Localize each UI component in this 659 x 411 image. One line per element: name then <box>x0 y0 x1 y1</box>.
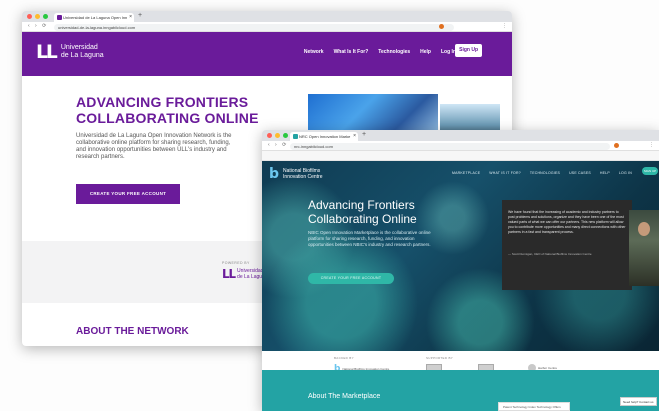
hero-title-line-2: Collaborating Online <box>308 212 417 226</box>
nav-buttons-icon[interactable]: ‹ › ⟳ <box>28 23 48 29</box>
url-text: nrc-inngabilcloud.com <box>294 143 333 149</box>
testimonial-quote: We have found that the increasing of aca… <box>508 210 626 234</box>
ull-logo-mark-icon: ᒪᒪ <box>36 41 58 63</box>
nav-item-what-is-it-for[interactable]: WHAT IS IT FOR? <box>489 171 521 175</box>
notification-toast[interactable]: Patent Technology Index Technology Offer… <box>498 402 570 411</box>
hero-title-line-2: COLLABORATING ONLINE <box>76 110 259 126</box>
bookmarks-bar <box>262 151 659 161</box>
backed-by-label: BACKED BY <box>334 356 354 360</box>
logo-line-1: Universidad <box>60 44 98 51</box>
create-account-button[interactable]: CREATE YOUR FREE ACCOUNT <box>308 273 394 284</box>
tab-title: NRC Open Innovation Marke <box>299 134 351 139</box>
close-window-icon[interactable] <box>27 14 32 19</box>
nav-item-log-in[interactable]: LOG IN <box>619 171 632 175</box>
new-tab-icon[interactable]: + <box>362 131 366 138</box>
testimonial-video-panel[interactable]: We have found that the increasing of aca… <box>502 200 632 290</box>
about-marketplace-band <box>262 370 659 411</box>
nrc-logo-b-icon: b <box>269 166 280 182</box>
nav-buttons-icon[interactable]: ‹ › ⟳ <box>268 142 288 148</box>
ull-hero-title: ADVANCING FRONTIERS COLLABORATING ONLINE <box>76 94 259 126</box>
close-tab-icon[interactable]: × <box>129 13 132 22</box>
nrc-hero-description: NBIC Open Innovation Marketplace is the … <box>308 230 431 247</box>
window-controls <box>27 14 48 19</box>
extension-icon[interactable] <box>439 24 444 29</box>
nav-item-what-is-it-for[interactable]: What Is It For? <box>334 49 369 55</box>
browser-tab-nrc[interactable]: NRC Open Innovation Marke × <box>290 132 358 141</box>
nrc-logo[interactable]: b National Biofilms Innovation Centre <box>269 166 323 182</box>
about-marketplace-heading: About The Marketplace <box>308 393 381 400</box>
maximize-window-icon[interactable] <box>283 133 288 138</box>
ull-small-logo-mark-icon: ᒪᒪ <box>222 267 236 281</box>
ull-hero-description: Universidad de La Laguna Open Innovation… <box>76 133 232 160</box>
screenshot-stage: Universidad de La Laguna Open Inn × + ‹ … <box>0 0 659 411</box>
tab-bar: Universidad de La Laguna Open Inn × + <box>22 11 512 22</box>
menu-kebab-icon[interactable]: ⋮ <box>502 23 507 29</box>
minimize-window-icon[interactable] <box>275 133 280 138</box>
ull-logo[interactable]: ᒪᒪ Universidad de La Laguna <box>36 41 104 63</box>
nav-item-technologies[interactable]: Technologies <box>378 49 410 55</box>
tab-bar: NRC Open Innovation Marke × + <box>262 130 659 141</box>
window-controls <box>267 133 288 138</box>
address-bar: ‹ › ⟳ universidad-de-la-laguna.inngabilc… <box>22 22 512 32</box>
about-network-heading: ABOUT THE NETWORK <box>76 326 189 337</box>
nrc-favicon-icon <box>293 134 298 139</box>
nav-item-help[interactable]: HELP <box>600 171 610 175</box>
hero-title-line-1: ADVANCING FRONTIERS <box>76 94 249 110</box>
hero-title-line-1: Advancing Frontiers <box>308 198 415 212</box>
nav-item-network[interactable]: Network <box>304 49 324 55</box>
extension-icon[interactable] <box>614 143 619 148</box>
logo-line-2: Innovation Centre <box>283 174 323 180</box>
browser-window-nrc: NRC Open Innovation Marke × + ‹ › ⟳ nrc-… <box>262 130 659 411</box>
nav-item-use-cases[interactable]: USE CASES <box>569 171 591 175</box>
ull-nav-menu: Network What Is It For? Technologies Hel… <box>304 49 456 55</box>
url-text: universidad-de-la-laguna.inngabilcloud.c… <box>58 24 136 30</box>
nrc-nav-menu: MARKETPLACE WHAT IS IT FOR? TECHNOLOGIES… <box>452 171 632 175</box>
ull-header: ᒪᒪ Universidad de La Laguna Network What… <box>22 32 512 76</box>
nav-item-technologies[interactable]: TECHNOLOGIES <box>530 171 560 175</box>
menu-kebab-icon[interactable]: ⋮ <box>649 142 654 148</box>
supported-by-label: SUPPORTED BY <box>426 356 454 360</box>
nav-item-marketplace[interactable]: MARKETPLACE <box>452 171 480 175</box>
nav-item-help[interactable]: Help <box>420 49 431 55</box>
url-field[interactable]: nrc-inngabilcloud.com <box>290 142 610 150</box>
sign-up-button[interactable]: Sign Up <box>455 44 482 57</box>
ull-favicon-icon <box>57 15 62 20</box>
nav-item-log-in[interactable]: Log In <box>441 49 456 55</box>
browser-tab-ull[interactable]: Universidad de La Laguna Open Inn × <box>54 13 134 22</box>
help-chat-button[interactable]: Need help? Contact us <box>620 397 657 406</box>
new-tab-icon[interactable]: + <box>138 12 142 19</box>
powered-by-label: POWERED BY <box>222 261 250 265</box>
tab-title: Universidad de La Laguna Open Inn <box>63 15 128 20</box>
close-window-icon[interactable] <box>267 133 272 138</box>
ull-logo-text: Universidad de La Laguna <box>61 44 104 60</box>
testimonial-caption: — Scott Dunnigan, CEO of National Biofil… <box>508 252 592 256</box>
url-field[interactable]: universidad-de-la-laguna.inngabilcloud.c… <box>54 23 454 31</box>
close-tab-icon[interactable]: × <box>353 132 356 141</box>
ull-footer-logo: ᒪᒪ Universidad de La Laguna <box>222 267 268 281</box>
address-bar: ‹ › ⟳ nrc-inngabilcloud.com ⋮ <box>262 141 659 151</box>
minimize-window-icon[interactable] <box>35 14 40 19</box>
sign-up-button[interactable]: SIGN UP <box>642 167 658 175</box>
logo-line-2: de La Laguna <box>60 52 104 59</box>
create-account-button[interactable]: CREATE YOUR FREE ACCOUNT <box>76 184 180 204</box>
speaker-photo <box>629 210 659 286</box>
maximize-window-icon[interactable] <box>43 14 48 19</box>
nrc-hero-title: Advancing Frontiers Collaborating Online <box>308 198 417 226</box>
nrc-logo-text: National Biofilms Innovation Centre <box>283 168 322 180</box>
